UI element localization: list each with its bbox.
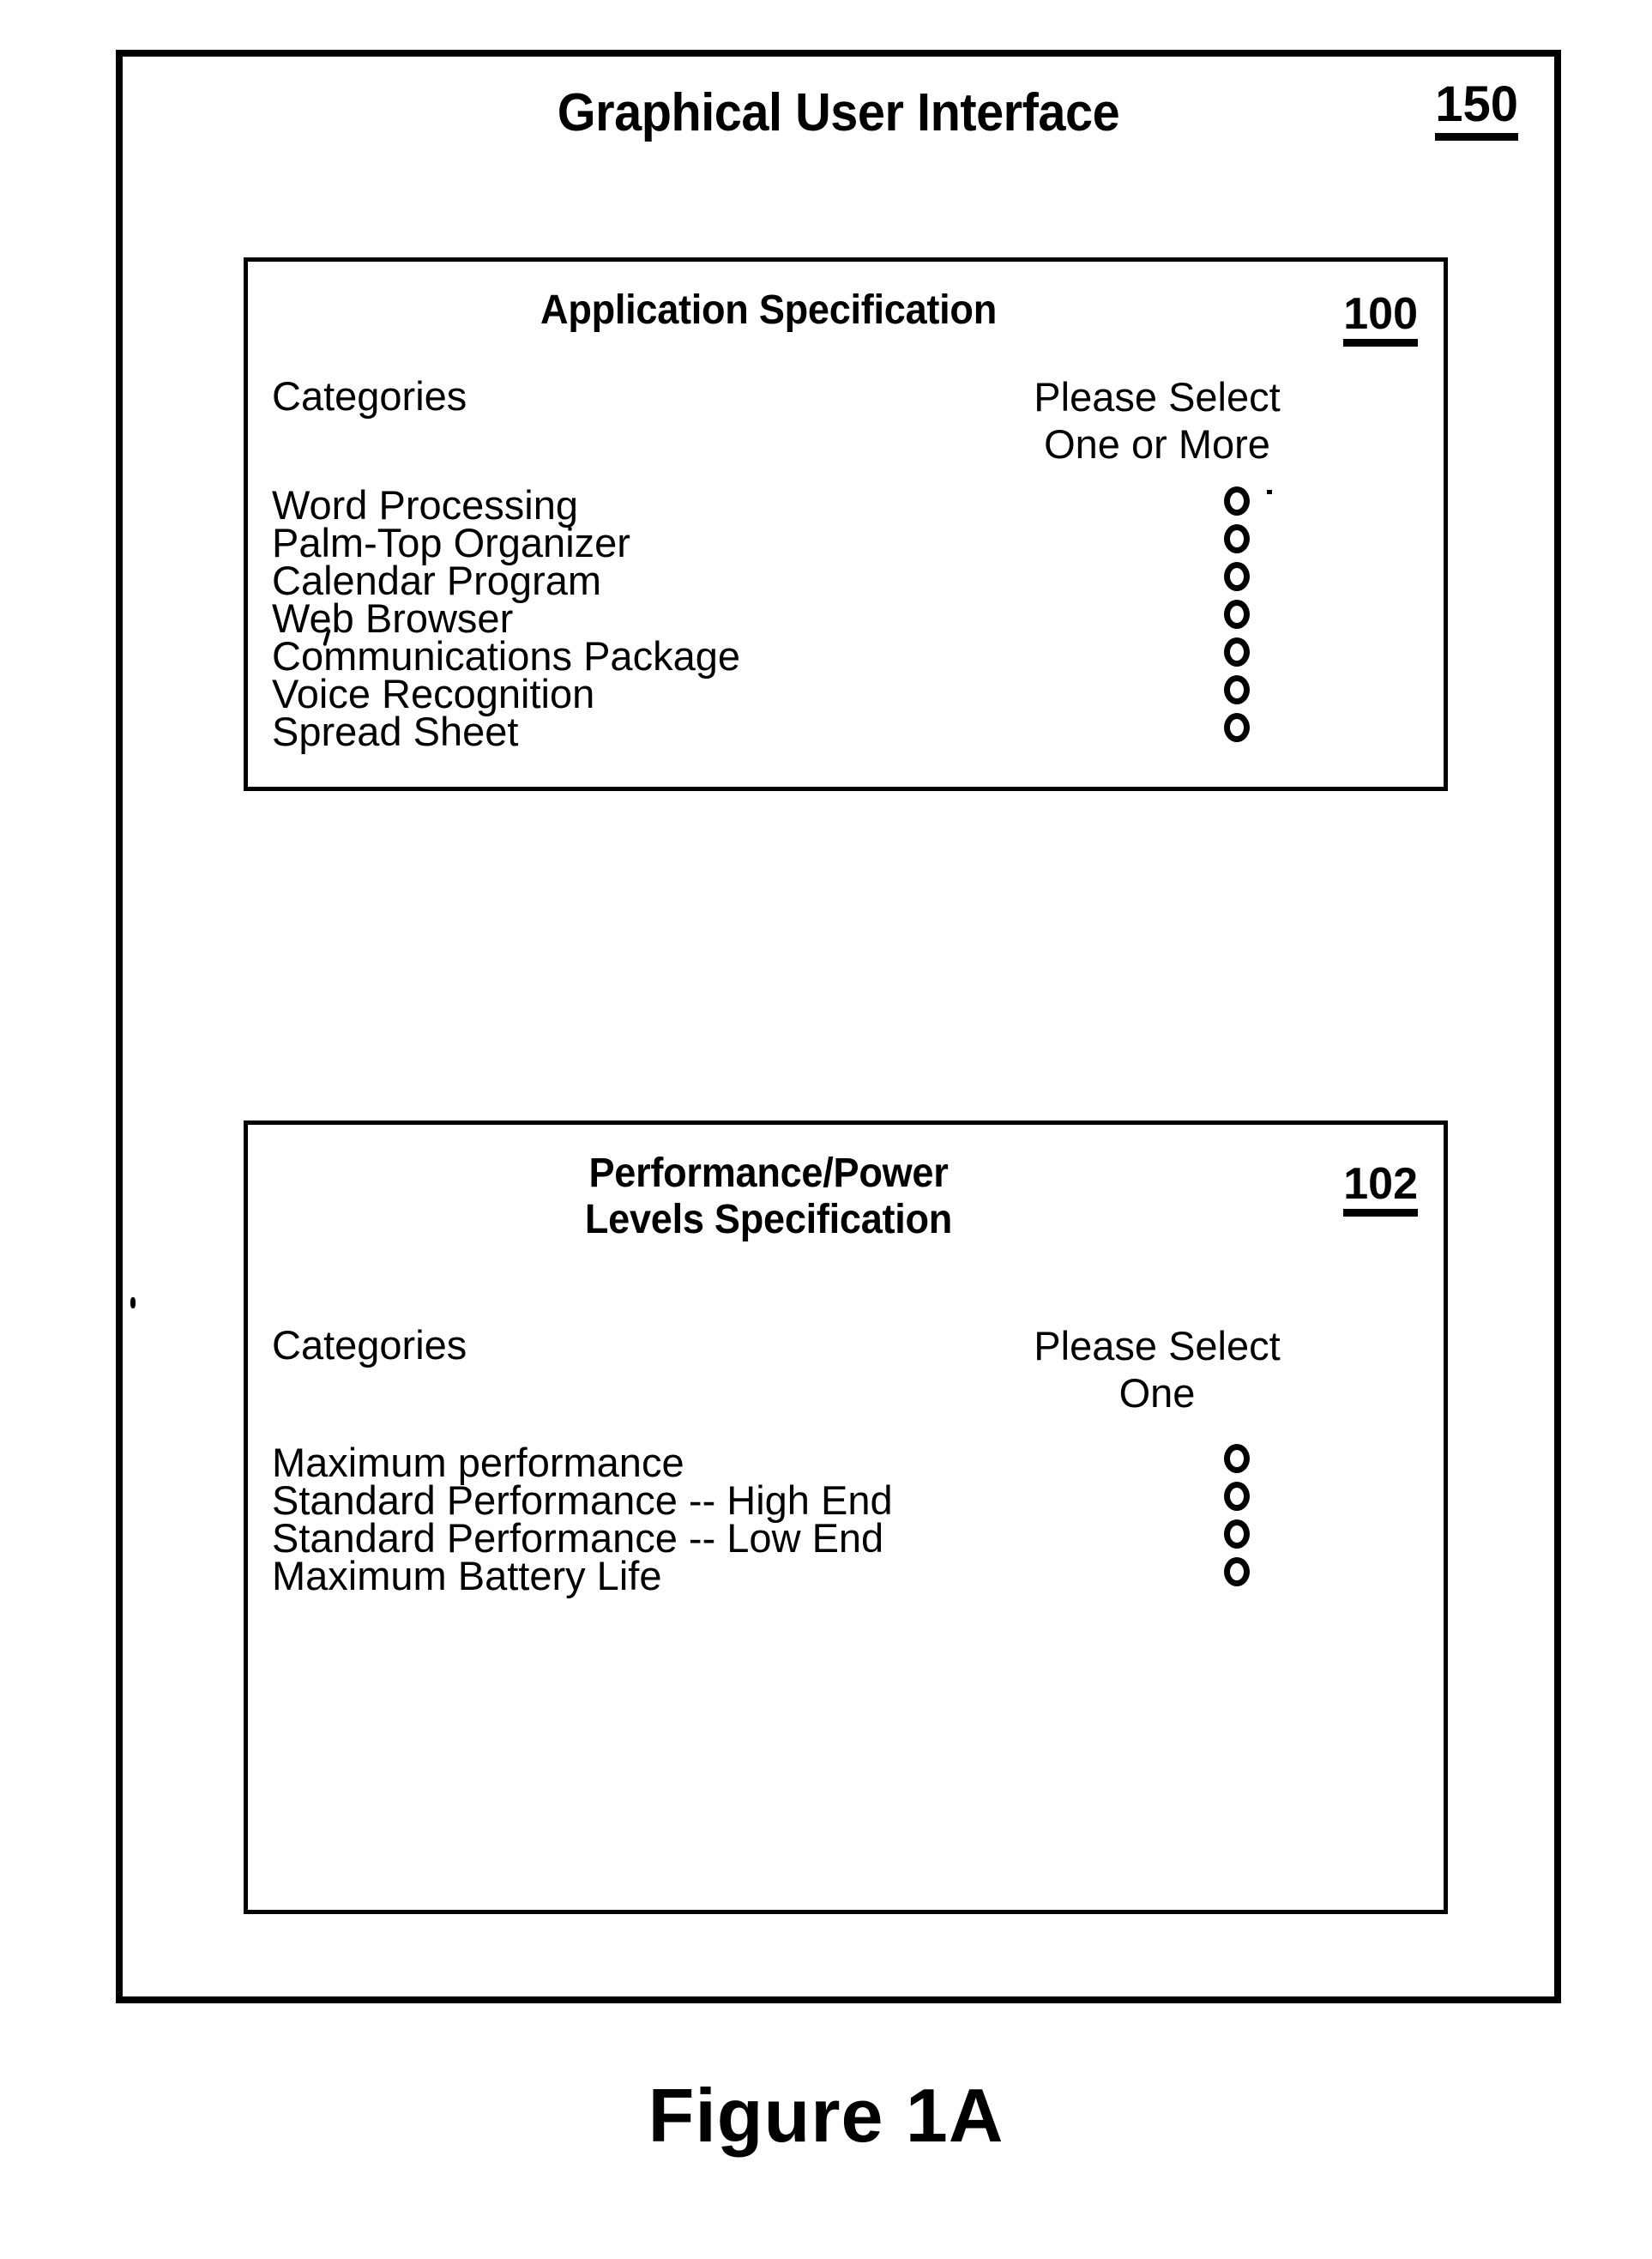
option-label: Spread Sheet [272, 709, 519, 754]
reference-numeral-150: 150 [1435, 78, 1518, 141]
list-item[interactable]: Standard Performance -- Low End [248, 1515, 1444, 1561]
radio-button-icon[interactable] [1224, 1444, 1250, 1473]
gui-title-row: Graphical User Interface 150 [123, 78, 1554, 177]
reference-numeral-102: 102 [1343, 1161, 1418, 1217]
option-label: Maximum performance [272, 1440, 684, 1485]
option-label: Palm-Top Organizer [272, 520, 630, 565]
list-item[interactable]: Voice Recognition [248, 671, 1444, 716]
radio-button-icon[interactable] [1224, 1519, 1250, 1549]
figure-caption: Figure 1A [648, 2073, 1004, 2158]
list-item[interactable]: Calendar Program [248, 558, 1444, 603]
radio-button-icon[interactable] [1224, 675, 1250, 704]
option-label: Standard Performance -- High End [272, 1477, 893, 1523]
column-header-categories: Categories [272, 373, 467, 419]
list-item[interactable]: Word Processing [248, 482, 1444, 528]
radio-button-icon[interactable] [1224, 600, 1250, 629]
option-label: Standard Performance -- Low End [272, 1515, 884, 1561]
column-header-categories: Categories [272, 1322, 467, 1368]
reference-numeral-100: 100 [1343, 291, 1418, 347]
radio-button-icon[interactable] [1224, 713, 1250, 742]
list-item[interactable]: Maximum performance [248, 1440, 1444, 1485]
panel-application-specification: Application Specification 100 Categories… [244, 257, 1448, 791]
performance-option-list: Maximum performance Standard Performance… [248, 1440, 1444, 1598]
list-item[interactable]: Maximum Battery Life [248, 1553, 1444, 1598]
graphical-user-interface-window: Graphical User Interface 150 Application… [116, 50, 1561, 2003]
radio-button-icon[interactable] [1224, 1482, 1250, 1511]
option-label: Voice Recognition [272, 671, 595, 716]
option-label: Maximum Battery Life [272, 1553, 662, 1598]
scan-artifact-speck [130, 1297, 136, 1308]
page-title: Graphical User Interface [557, 83, 1120, 142]
list-item[interactable]: Communications Package [248, 633, 1444, 679]
column-header-selection-instruction: Please Select One or More [1034, 374, 1281, 468]
column-header-selection-instruction: Please Select One [1034, 1323, 1281, 1416]
option-label: Word Processing [272, 482, 578, 528]
application-option-list: Word Processing Palm-Top Organizer Calen… [248, 482, 1444, 754]
radio-button-icon[interactable] [1224, 486, 1250, 516]
option-label: Calendar Program [272, 558, 602, 603]
panel-title-performance-power-levels-specification: Performance/Power Levels Specification [584, 1151, 953, 1242]
panel-title-application-specification: Application Specification [540, 287, 997, 333]
radio-button-icon[interactable] [1224, 1557, 1250, 1586]
option-label: Web Browser [272, 595, 514, 641]
scan-artifact-speck [1267, 490, 1272, 494]
radio-button-icon[interactable] [1224, 524, 1250, 553]
list-item[interactable]: Web Browser [248, 595, 1444, 647]
option-label: Communications Package [272, 633, 740, 679]
list-item[interactable]: Palm-Top Organizer [248, 520, 1444, 565]
radio-button-icon[interactable] [1224, 637, 1250, 667]
list-item[interactable]: Standard Performance -- High End [248, 1477, 1444, 1523]
radio-button-icon[interactable] [1224, 562, 1250, 591]
panel-performance-power-levels-specification: Performance/Power Levels Specification 10… [244, 1120, 1448, 1914]
list-item[interactable]: Spread Sheet [248, 709, 1444, 754]
